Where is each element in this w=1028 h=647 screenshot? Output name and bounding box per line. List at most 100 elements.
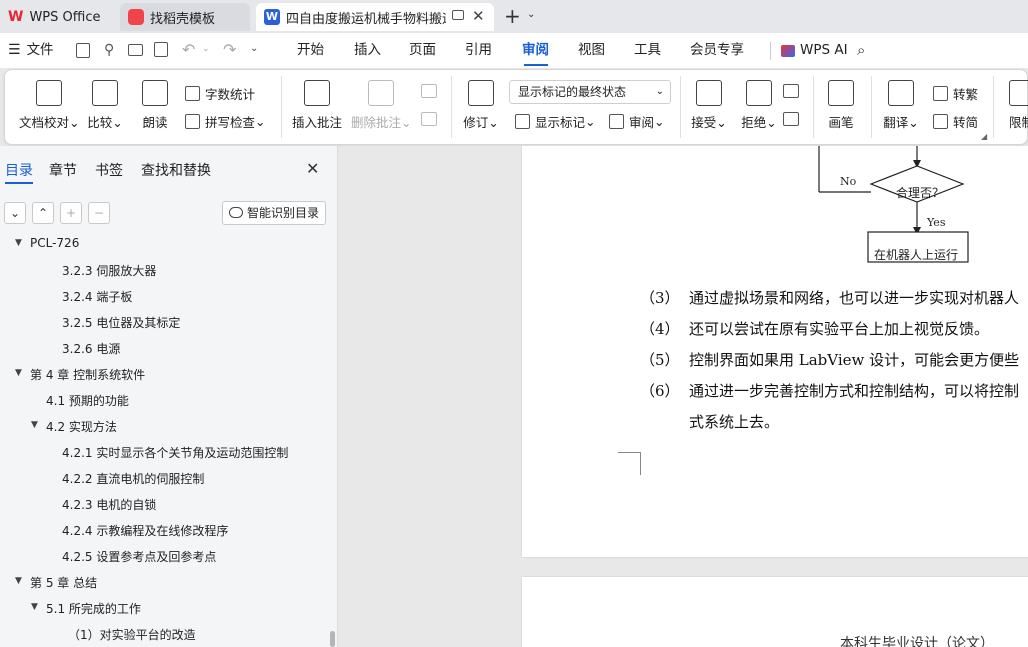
file-menu[interactable]: ☰ 文件 xyxy=(8,33,54,68)
undo-dropdown-icon[interactable]: ⌄ xyxy=(202,44,210,54)
ribbon-expand-icon[interactable]: ◢ xyxy=(981,132,987,141)
chevron-down-icon[interactable]: ⌄ xyxy=(527,9,535,20)
insert-comment-button[interactable]: 插入批注 xyxy=(287,80,347,131)
toc-item[interactable]: 3.2.5 电位器及其标定 xyxy=(62,314,180,331)
accept-button[interactable]: 接受⌄ xyxy=(685,80,733,131)
file-label: 文件 xyxy=(26,42,54,58)
pen-label: 画笔 xyxy=(828,115,854,130)
toc-collapse-arrow-icon[interactable]: ▼ xyxy=(15,576,22,586)
tab-find-replace[interactable]: 查找和替换 xyxy=(141,160,211,180)
spell-check-icon xyxy=(185,114,200,129)
close-panel-icon[interactable]: ✕ xyxy=(306,159,319,178)
save-icon[interactable] xyxy=(76,43,90,58)
toc-collapse-arrow-icon[interactable]: ▼ xyxy=(31,420,38,430)
reject-button[interactable]: 拒绝⌄ xyxy=(735,80,783,131)
menu-review[interactable]: 审阅 xyxy=(522,33,549,68)
redo-icon[interactable]: ↷ xyxy=(223,40,236,59)
wps-logo-icon: W xyxy=(8,9,24,25)
title-tab-bar: W WPS Office 找稻壳模板 W 四自由度搬运机械手物料搬运 ✕ + ⌄ xyxy=(0,0,1028,33)
toc-item[interactable]: 3.2.6 电源 xyxy=(62,340,120,357)
navigation-panel: 目录 章节 书签 查找和替换 ✕ ⌄ ⌃ + − 智能识别目录 ▼ PCL-726… xyxy=(0,146,338,647)
menu-insert[interactable]: 插入 xyxy=(354,33,381,68)
markup-state-select[interactable]: 显示标记的最终状态 ⌄ xyxy=(509,80,671,104)
collapse-up-button[interactable]: ⌃ xyxy=(32,202,54,224)
read-aloud-label: 朗读 xyxy=(142,115,168,130)
smart-toc-button[interactable]: 智能识别目录 xyxy=(222,201,326,225)
toc-item[interactable]: 4.2.4 示教编程及在线修改程序 xyxy=(62,522,228,539)
active-menu-underline xyxy=(524,64,548,66)
paragraph-number: （4） xyxy=(640,320,680,338)
menu-start[interactable]: 开始 xyxy=(297,33,324,68)
tab-docer-templates[interactable]: 找稻壳模板 xyxy=(120,3,250,31)
read-aloud-icon xyxy=(142,80,168,106)
review-pane-button[interactable]: 审阅 ⌄ xyxy=(609,112,665,131)
new-tab-icon[interactable]: + xyxy=(504,4,521,28)
share-icon[interactable]: ⚲ xyxy=(104,42,114,58)
paragraph-number: （3） xyxy=(640,289,680,307)
next-page: 本科生毕业设计（论文） xyxy=(522,577,1028,647)
print-icon[interactable] xyxy=(128,44,143,56)
toc-item[interactable]: 4.1 预期的功能 xyxy=(46,392,129,409)
pen-button[interactable]: 画笔 xyxy=(821,80,861,131)
prev-change-icon[interactable] xyxy=(783,84,799,98)
next-change-icon[interactable] xyxy=(783,112,799,126)
toc-item[interactable]: 第 4 章 控制系统软件 xyxy=(30,366,145,383)
toc-item[interactable]: 第 5 章 总结 xyxy=(30,574,97,591)
translate-label: 翻译 xyxy=(883,115,909,130)
to-traditional-button[interactable]: 转繁 xyxy=(933,84,978,103)
compare-button[interactable]: 比较⌄ xyxy=(81,80,129,131)
translate-button[interactable]: 翻译⌄ xyxy=(877,80,925,131)
tab-chapters[interactable]: 章节 xyxy=(49,160,77,180)
toc-item[interactable]: （1）对实验平台的改造 xyxy=(68,626,196,643)
word-count-icon xyxy=(185,86,200,101)
toc-item[interactable]: 3.2.4 端子板 xyxy=(62,288,132,305)
toc-item[interactable]: 4.2.1 实时显示各个关节角及运动范围控制 xyxy=(62,444,288,461)
close-tab-icon[interactable]: ✕ xyxy=(472,7,485,25)
restrict-editing-button[interactable]: 限制 xyxy=(999,80,1028,131)
remove-heading-button[interactable]: − xyxy=(88,202,110,224)
menu-tools[interactable]: 工具 xyxy=(634,33,661,68)
simplified-icon xyxy=(933,114,948,129)
read-aloud-button[interactable]: 朗读 xyxy=(135,80,175,131)
toc-item[interactable]: 4.2.2 直流电机的伺服控制 xyxy=(62,470,204,487)
toc-item[interactable]: 5.1 所完成的工作 xyxy=(46,600,141,617)
next-comment-icon[interactable] xyxy=(421,112,437,126)
expand-down-button[interactable]: ⌄ xyxy=(4,202,26,224)
spell-check-button[interactable]: 拼写检查 ⌄ xyxy=(185,112,266,131)
reject-label: 拒绝 xyxy=(741,115,767,130)
toc-collapse-arrow-icon[interactable]: ▼ xyxy=(15,238,22,248)
wps-ai-button[interactable]: WPS AI xyxy=(781,33,848,68)
delete-comment-button[interactable]: 删除批注⌄ xyxy=(351,80,412,131)
word-count-button[interactable]: 字数统计 xyxy=(185,84,255,103)
print-preview-icon[interactable] xyxy=(154,42,168,57)
proofread-button[interactable]: 文档校对⌄ xyxy=(19,80,80,131)
toc-item[interactable]: 4.2.5 设置参考点及回参考点 xyxy=(62,548,216,565)
show-markup-label: 显示标记 xyxy=(535,115,586,130)
tab-toc[interactable]: 目录 xyxy=(5,160,33,180)
search-icon[interactable]: ⌕ xyxy=(857,41,865,59)
prev-comment-icon[interactable] xyxy=(421,84,437,98)
menu-view[interactable]: 视图 xyxy=(578,33,605,68)
window-restore-icon[interactable] xyxy=(452,10,464,20)
toc-item[interactable]: PCL-726 xyxy=(30,236,79,250)
quick-access-more-icon[interactable]: ⌄ xyxy=(250,43,258,54)
toc-item[interactable]: 4.2.3 电机的自锁 xyxy=(62,496,156,513)
toc-collapse-arrow-icon[interactable]: ▼ xyxy=(15,368,22,378)
panel-scrollbar[interactable] xyxy=(330,631,335,647)
to-simplified-button[interactable]: 转简 xyxy=(933,112,978,131)
undo-icon[interactable]: ↶ xyxy=(182,40,195,59)
tab-bookmarks[interactable]: 书签 xyxy=(95,160,123,180)
menu-page[interactable]: 页面 xyxy=(409,33,436,68)
add-heading-button[interactable]: + xyxy=(60,202,82,224)
track-changes-button[interactable]: 修订⌄ xyxy=(457,80,505,131)
toc-item[interactable]: 4.2 实现方法 xyxy=(46,418,117,435)
toc-collapse-arrow-icon[interactable]: ▼ xyxy=(31,602,38,612)
show-markup-button[interactable]: 显示标记 ⌄ xyxy=(515,112,596,131)
menu-membership[interactable]: 会员专享 xyxy=(690,33,744,68)
menu-reference[interactable]: 引用 xyxy=(465,33,492,68)
toc-item[interactable]: 3.2.3 伺服放大器 xyxy=(62,262,156,279)
tab-wps-office[interactable]: W WPS Office xyxy=(0,3,114,31)
tab-document[interactable]: W 四自由度搬运机械手物料搬运 ✕ xyxy=(256,3,494,31)
flow-yes-label: Yes xyxy=(927,216,946,229)
ribbon-separator xyxy=(680,76,681,138)
